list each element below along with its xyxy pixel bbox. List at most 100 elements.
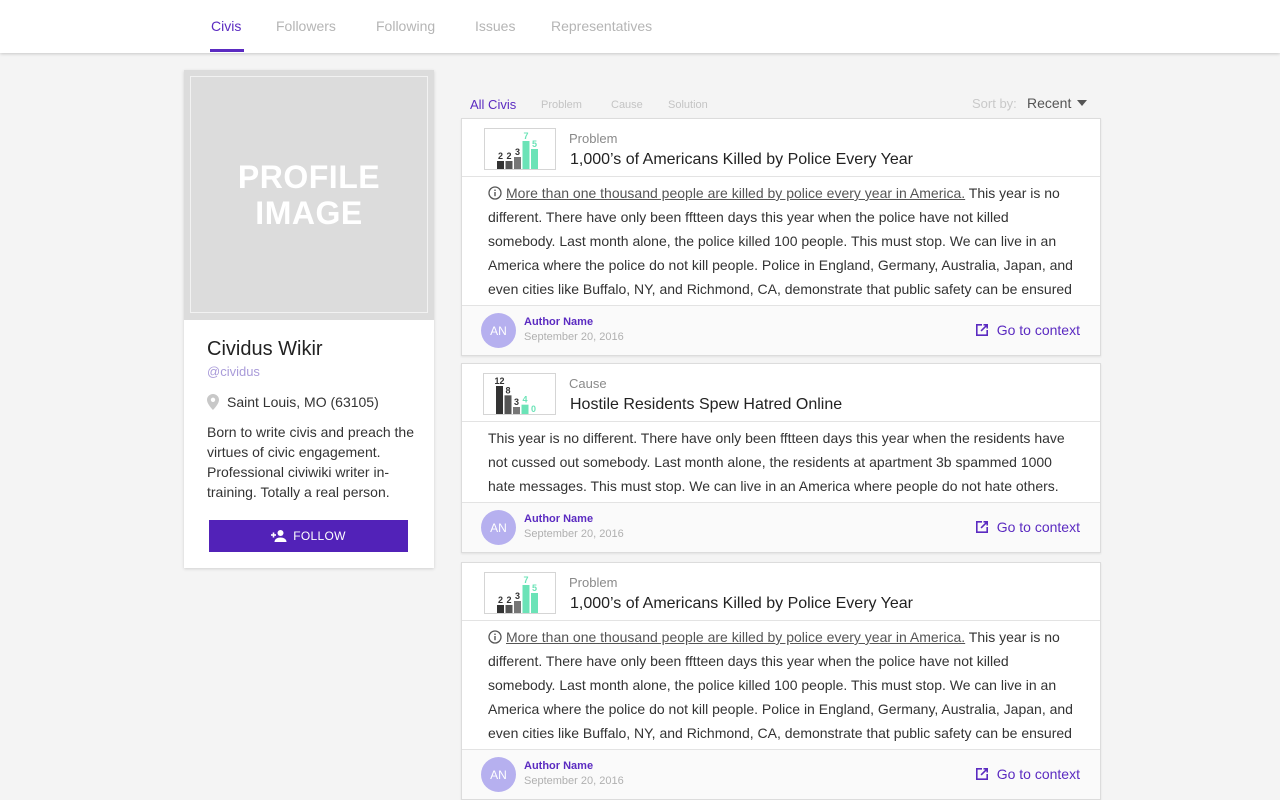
info-icon [488, 186, 502, 200]
location-pin-icon [207, 394, 219, 410]
tab-civis[interactable]: Civis [211, 18, 241, 34]
civi-body-text: This year is no different. There have on… [488, 185, 1073, 297]
vote-count-label: 2 [506, 595, 511, 605]
post-date: September 20, 2016 [524, 331, 624, 343]
vote-count-label: 4 [522, 395, 527, 405]
vote-count-label: 7 [523, 575, 528, 585]
post-date: September 20, 2016 [524, 775, 624, 787]
post-date: September 20, 2016 [524, 528, 624, 540]
profile-image-frame: PROFILE IMAGE [190, 76, 428, 313]
follow-button-label: FOLLOW [293, 529, 346, 543]
avatar[interactable]: AN [481, 313, 516, 348]
go-to-context-link[interactable]: Go to context [974, 519, 1080, 535]
vote-bar [513, 407, 520, 414]
vote-count-label: 8 [505, 385, 510, 395]
open-in-new-icon [975, 324, 988, 336]
vote-count-label: 5 [532, 583, 537, 593]
civi-title[interactable]: 1,000’s of Americans Killed by Police Ev… [570, 595, 913, 613]
caret-down-icon [1077, 100, 1088, 106]
vote-bar [496, 386, 503, 414]
vote-bar [505, 161, 513, 169]
vote-count-label: 3 [515, 591, 520, 601]
profile-name: Cividus Wikir [207, 338, 323, 360]
vote-bar [504, 395, 512, 414]
vote-count-label: 0 [531, 404, 536, 414]
profile-card: PROFILE IMAGE Cividus Wikir @cividus Sai… [184, 70, 434, 568]
civi-body: More than one thousand people are killed… [462, 621, 1100, 749]
add-person-icon [271, 530, 287, 542]
vote-bar [521, 404, 529, 414]
vote-bar [522, 141, 530, 169]
author-name[interactable]: Author Name [524, 513, 593, 525]
tab-following[interactable]: Following [376, 18, 435, 34]
avatar[interactable]: AN [481, 757, 516, 792]
vote-bar [522, 585, 530, 613]
vote-bar [497, 161, 504, 169]
civi-card[interactable]: 22375 Problem 1,000’s of Americans Kille… [461, 562, 1101, 800]
sort-dropdown[interactable]: Recent [1027, 95, 1088, 111]
filter-all-civis[interactable]: All Civis [470, 97, 516, 112]
vote-chart: 22375 [484, 128, 556, 170]
civi-card[interactable]: 12 8 3 4 0 Cause Hostile Residents Spew Hatr… [461, 363, 1101, 553]
vote-bar [497, 605, 504, 613]
civi-body: This year is no different. There have on… [462, 422, 1100, 502]
civi-footer: AN Author Name September 20, 2016 Go to … [462, 749, 1100, 799]
vote-bar [531, 593, 538, 613]
author-name[interactable]: Author Name [524, 760, 593, 772]
open-in-new-icon [975, 521, 988, 533]
civi-type: Problem [569, 131, 618, 146]
civi-footer: AN Author Name September 20, 2016 Go to … [462, 305, 1100, 355]
vote-bar [514, 157, 521, 169]
profile-location-text: Saint Louis, MO (63105) [227, 394, 379, 410]
civi-body: More than one thousand people are killed… [462, 177, 1100, 305]
civi-footer: AN Author Name September 20, 2016 Go to … [462, 502, 1100, 552]
active-tab-indicator [210, 49, 244, 52]
civi-header: 22375 Problem 1,000’s of Americans Kille… [462, 119, 1100, 177]
source-link[interactable]: More than one thousand people are killed… [506, 629, 965, 645]
vote-count-label: 5 [532, 139, 537, 149]
go-to-context-label: Go to context [996, 766, 1080, 782]
vote-count-label: 3 [515, 147, 520, 157]
civi-title[interactable]: Hostile Residents Spew Hatred Online [570, 396, 842, 414]
vote-count-label: 7 [523, 131, 528, 141]
vote-chart-svg: 2 2 375 [497, 131, 538, 169]
filter-solution[interactable]: Solution [668, 99, 708, 111]
vote-count-label: 2 [498, 151, 503, 161]
filter-cause[interactable]: Cause [611, 99, 643, 111]
vote-count-label: 12 [494, 376, 504, 386]
civi-header: 12 8 3 4 0 Cause Hostile Residents Spew Hatr… [462, 364, 1100, 422]
source-link[interactable]: More than one thousand people are killed… [506, 185, 965, 201]
civi-header: 22375 Problem 1,000’s of Americans Kille… [462, 563, 1100, 621]
go-to-context-link[interactable]: Go to context [974, 322, 1080, 338]
follow-button[interactable]: FOLLOW [209, 520, 408, 552]
tab-issues[interactable]: Issues [475, 18, 515, 34]
civi-title[interactable]: 1,000’s of Americans Killed by Police Ev… [570, 151, 913, 169]
sort-label: Sort by: [972, 96, 1017, 111]
vote-bar [531, 149, 538, 169]
profile-image[interactable]: PROFILE IMAGE [184, 70, 434, 320]
profile-handle[interactable]: @cividus [207, 364, 260, 379]
filter-problem[interactable]: Problem [541, 99, 582, 111]
avatar[interactable]: AN [481, 510, 516, 545]
civi-body-text: This year is no different. There have on… [488, 629, 1073, 741]
civi-card[interactable]: 22375 Problem 1,000’s of Americans Kille… [461, 118, 1101, 356]
civi-type: Problem [569, 575, 618, 590]
profile-location: Saint Louis, MO (63105) [207, 394, 379, 410]
vote-count-label: 2 [506, 151, 511, 161]
tab-followers[interactable]: Followers [276, 18, 336, 34]
go-to-context-label: Go to context [996, 519, 1080, 535]
tab-representatives[interactable]: Representatives [551, 18, 652, 34]
author-name[interactable]: Author Name [524, 316, 593, 328]
vote-bar [505, 605, 513, 613]
vote-bar [514, 601, 521, 613]
vote-chart-svg: 2 2 375 [497, 575, 538, 613]
sort-value: Recent [1027, 95, 1072, 111]
vote-chart: 22375 [484, 572, 556, 614]
vote-chart-svg: 1283 40 [494, 376, 536, 414]
profile-bio: Born to write civis and preach the virtu… [207, 424, 414, 500]
go-to-context-link[interactable]: Go to context [974, 766, 1080, 782]
go-to-context-label: Go to context [996, 322, 1080, 338]
civi-body-text: This year is no different. There have on… [488, 430, 1065, 494]
civi-type: Cause [569, 376, 607, 391]
vote-count-label: 3 [514, 397, 519, 407]
